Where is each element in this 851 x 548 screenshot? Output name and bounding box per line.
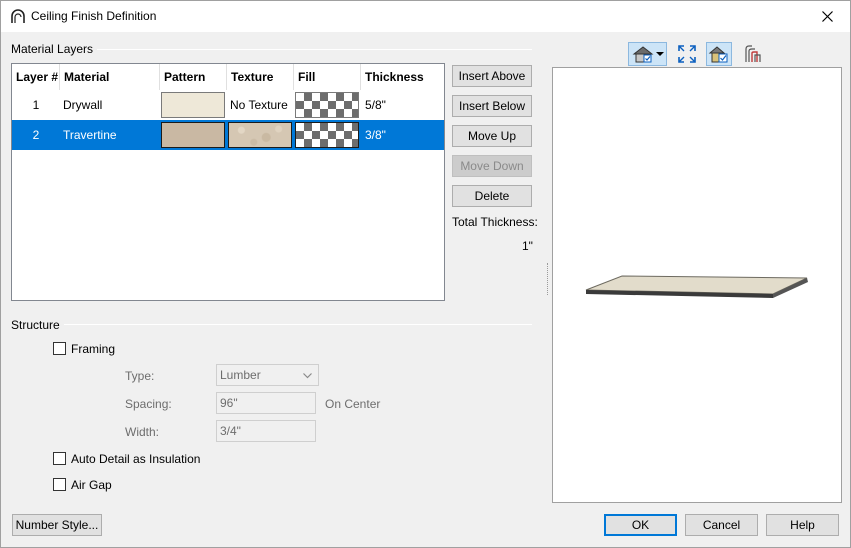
window-title: Ceiling Finish Definition	[31, 9, 157, 23]
camera-view-button[interactable]	[628, 42, 667, 66]
preview-pane[interactable]	[552, 67, 842, 503]
width-label: Width:	[125, 425, 160, 439]
cell-material: Drywall	[63, 98, 103, 112]
close-button[interactable]	[804, 1, 850, 32]
texture-swatch[interactable]	[228, 122, 292, 148]
app-arch-icon	[11, 9, 25, 23]
cell-thickness: 5/8"	[365, 98, 386, 112]
fill-swatch[interactable]	[295, 122, 359, 148]
move-up-button[interactable]: Move Up	[452, 125, 532, 147]
framing-checkbox[interactable]	[53, 342, 66, 355]
air-gap-checkbox[interactable]	[53, 478, 66, 491]
title-bar: Ceiling Finish Definition	[1, 1, 850, 32]
fit-view-icon	[678, 45, 696, 63]
total-thickness-value: 1"	[522, 239, 533, 253]
header-texture: Texture	[227, 64, 294, 90]
width-field[interactable]: 3/4"	[216, 420, 316, 442]
layers-button[interactable]	[741, 42, 765, 66]
cell-layer: 2	[32, 128, 40, 142]
table-header: Layer # Material Pattern Texture Fill Th…	[12, 64, 444, 90]
framing-label: Framing	[71, 342, 116, 356]
spacing-label: Spacing:	[125, 397, 172, 411]
delete-button[interactable]: Delete	[452, 185, 532, 207]
number-style-button[interactable]: Number Style...	[12, 514, 102, 536]
dialog-window: Ceiling Finish Definition Material Layer…	[0, 0, 851, 548]
cell-texture: No Texture	[230, 98, 288, 112]
help-button[interactable]: Help	[766, 514, 839, 536]
cell-layer: 1	[32, 98, 40, 112]
material-layers-label: Material Layers	[11, 42, 98, 56]
header-layer: Layer #	[12, 64, 60, 90]
type-label: Type:	[125, 369, 155, 383]
header-thickness: Thickness	[365, 70, 424, 84]
header-fill: Fill	[294, 64, 361, 90]
cell-material: Travertine	[63, 128, 117, 142]
fit-view-button[interactable]	[675, 42, 699, 66]
table-row-selected[interactable]: 2 Travertine 3/8"	[12, 120, 444, 150]
auto-detail-checkbox[interactable]	[53, 452, 66, 465]
auto-detail-label: Auto Detail as Insulation	[71, 452, 201, 466]
splitter-handle[interactable]	[547, 263, 549, 295]
pattern-swatch[interactable]	[161, 122, 225, 148]
render-mode-button[interactable]	[706, 42, 732, 66]
ok-button[interactable]: OK	[604, 514, 677, 536]
material-layers-table[interactable]: Layer # Material Pattern Texture Fill Th…	[11, 63, 445, 301]
header-pattern: Pattern	[160, 64, 227, 90]
width-value: 3/4"	[220, 424, 241, 438]
pattern-swatch[interactable]	[161, 92, 225, 118]
type-value: Lumber	[220, 368, 261, 382]
type-select[interactable]: Lumber	[216, 364, 319, 386]
chevron-down-icon	[303, 373, 312, 379]
render-mode-icon	[708, 46, 728, 63]
close-icon	[821, 11, 833, 22]
cell-thickness: 3/8"	[365, 128, 386, 142]
fill-swatch[interactable]	[295, 92, 359, 118]
structure-divider	[11, 324, 532, 325]
spacing-field[interactable]: 96"	[216, 392, 316, 414]
spacing-value: 96"	[220, 396, 238, 410]
camera-view-icon	[632, 46, 664, 63]
structure-label: Structure	[11, 318, 64, 332]
on-center-label: On Center	[325, 397, 381, 411]
insert-above-button[interactable]: Insert Above	[452, 65, 532, 87]
cancel-button[interactable]: Cancel	[685, 514, 758, 536]
insert-below-button[interactable]: Insert Below	[452, 95, 532, 117]
table-row[interactable]: 1 Drywall No Texture 5/8"	[12, 90, 444, 120]
move-down-button[interactable]: Move Down	[452, 155, 532, 177]
air-gap-label: Air Gap	[71, 478, 112, 492]
ceiling-slab-preview	[585, 275, 808, 298]
total-thickness-label: Total Thickness:	[452, 215, 538, 229]
header-material: Material	[60, 64, 160, 90]
layers-icon	[745, 45, 761, 62]
